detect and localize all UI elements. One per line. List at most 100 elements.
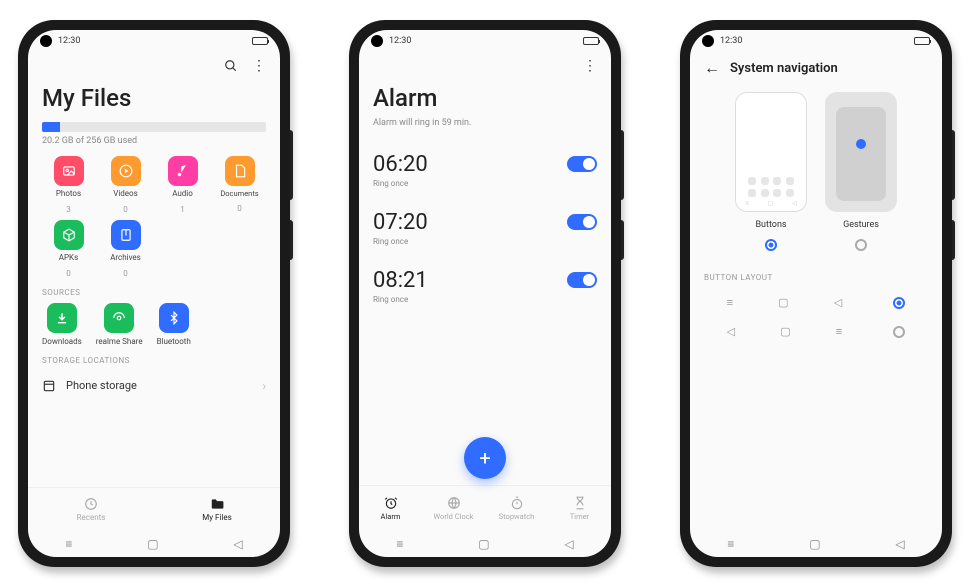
alarm-item-3[interactable]: 08:21 Ring once	[373, 258, 597, 316]
screen-sysnav: 12:30 ← System navigation ≡▢◁ Buttons	[690, 30, 942, 557]
src-realme-share[interactable]: realme Share	[96, 303, 143, 346]
note-icon	[168, 156, 198, 186]
recent-apps-icon[interactable]: ≡	[65, 537, 72, 551]
cat-audio[interactable]: Audio 1	[156, 156, 209, 214]
chevron-right-icon: ›	[262, 379, 266, 393]
clock-bottom-nav: Alarm World Clock Stopwatch Timer	[359, 485, 611, 531]
camera-hole	[40, 35, 52, 47]
layout-row-2[interactable]: ◁ ▢ ≡	[704, 317, 928, 346]
search-icon[interactable]	[224, 59, 238, 73]
share-icon	[104, 303, 134, 333]
camera-hole	[371, 35, 383, 47]
home-icon[interactable]: ▢	[809, 537, 820, 551]
radio-layout-1[interactable]	[893, 297, 905, 309]
camera-hole	[702, 35, 714, 47]
alarm-item-1[interactable]: 06:20 Ring once	[373, 142, 597, 200]
play-icon	[111, 156, 141, 186]
cat-label: Photos	[42, 190, 95, 199]
radio-buttons[interactable]	[765, 239, 777, 251]
more-icon[interactable]: ⋮	[252, 59, 266, 73]
android-nav-bar: ≡ ▢ ◁	[690, 531, 942, 557]
home-icon[interactable]: ▢	[478, 537, 489, 551]
add-alarm-button[interactable]: +	[464, 437, 506, 479]
doc-icon	[225, 156, 255, 186]
battery-icon	[252, 37, 268, 45]
gestures-preview	[825, 92, 897, 212]
cat-documents[interactable]: Documents 0	[213, 156, 266, 214]
phone-frame-sysnav: 12:30 ← System navigation ≡▢◁ Buttons	[680, 20, 952, 567]
alarm-item-2[interactable]: 07:20 Ring once	[373, 200, 597, 258]
cat-apks[interactable]: APKs 0	[42, 220, 95, 278]
alarm-toggle[interactable]	[567, 214, 597, 230]
back-arrow-icon[interactable]: ←	[704, 58, 720, 78]
home-icon: ▢	[778, 296, 788, 309]
cat-archives[interactable]: Archives 0	[99, 220, 152, 278]
status-bar: 12:30	[28, 30, 280, 52]
home-icon[interactable]: ▢	[147, 537, 158, 551]
phone-frame-alarm: 12:30 ⋮ Alarm Alarm will ring in 59 min.…	[349, 20, 621, 567]
layout-row-1[interactable]: ≡ ▢ ◁	[704, 288, 928, 317]
radio-layout-2[interactable]	[893, 326, 905, 338]
image-icon	[54, 156, 84, 186]
cat-count: 3	[42, 205, 95, 214]
option-gestures[interactable]: Gestures	[825, 92, 897, 255]
download-icon	[47, 303, 77, 333]
back-icon[interactable]: ◁	[895, 537, 904, 551]
option-buttons[interactable]: ≡▢◁ Buttons	[735, 92, 807, 255]
recent-apps-icon[interactable]: ≡	[396, 537, 403, 551]
zip-icon	[111, 220, 141, 250]
screen-alarm: 12:30 ⋮ Alarm Alarm will ring in 59 min.…	[359, 30, 611, 557]
status-time: 12:30	[389, 36, 411, 46]
phone-storage-row[interactable]: Phone storage ›	[42, 371, 266, 401]
buttons-preview: ≡▢◁	[735, 92, 807, 212]
globe-icon	[447, 496, 461, 510]
button-layout-heading: BUTTON LAYOUT	[704, 273, 928, 282]
storage-bar-fill	[42, 122, 60, 132]
alarm-topbar: ⋮	[373, 52, 597, 80]
folder-icon	[210, 497, 224, 511]
alarm-icon	[384, 496, 398, 510]
page-title: My Files	[42, 84, 266, 112]
tab-recents[interactable]: Recents	[28, 488, 154, 531]
battery-icon	[583, 37, 599, 45]
nav-style-options: ≡▢◁ Buttons Gestures	[704, 92, 928, 255]
tab-alarm[interactable]: Alarm	[359, 486, 422, 531]
tab-stopwatch[interactable]: Stopwatch	[485, 486, 548, 531]
phone-frame-files: 12:30 ⋮ My Files 20.2 GB of 256 GB used …	[18, 20, 290, 567]
android-nav-bar: ≡ ▢ ◁	[359, 531, 611, 557]
page-title: System navigation	[730, 61, 838, 76]
more-icon[interactable]: ⋮	[583, 58, 597, 74]
page-title: Alarm	[373, 84, 597, 112]
recent-apps-icon: ≡	[727, 296, 733, 309]
status-time: 12:30	[720, 36, 742, 46]
tab-timer[interactable]: Timer	[548, 486, 611, 531]
alarm-toggle[interactable]	[567, 272, 597, 288]
radio-gestures[interactable]	[855, 239, 867, 251]
src-downloads[interactable]: Downloads	[42, 303, 82, 346]
recent-apps-icon[interactable]: ≡	[727, 537, 734, 551]
storage-bar[interactable]	[42, 122, 266, 132]
screen-files: 12:30 ⋮ My Files 20.2 GB of 256 GB used …	[28, 30, 280, 557]
storage-text: 20.2 GB of 256 GB used	[42, 136, 266, 146]
tab-my-files[interactable]: My Files	[154, 488, 280, 531]
files-topbar: ⋮	[42, 52, 266, 80]
stopwatch-icon	[510, 496, 524, 510]
tab-world-clock[interactable]: World Clock	[422, 486, 485, 531]
back-icon: ◁	[834, 296, 842, 309]
files-bottom-nav: Recents My Files	[28, 487, 280, 531]
back-icon[interactable]: ◁	[564, 537, 573, 551]
src-bluetooth[interactable]: Bluetooth	[157, 303, 191, 346]
sources-heading: SOURCES	[42, 288, 266, 297]
bluetooth-icon	[159, 303, 189, 333]
storage-heading: STORAGE LOCATIONS	[42, 356, 266, 365]
android-nav-bar: ≡ ▢ ◁	[28, 531, 280, 557]
alarm-toggle[interactable]	[567, 156, 597, 172]
timer-icon	[573, 496, 587, 510]
status-bar: 12:30	[690, 30, 942, 52]
cat-photos[interactable]: Photos 3	[42, 156, 95, 214]
storage-icon	[42, 379, 56, 393]
home-icon: ▢	[780, 325, 790, 338]
back-icon: ◁	[727, 325, 735, 338]
cat-videos[interactable]: Videos 0	[99, 156, 152, 214]
back-icon[interactable]: ◁	[233, 537, 242, 551]
